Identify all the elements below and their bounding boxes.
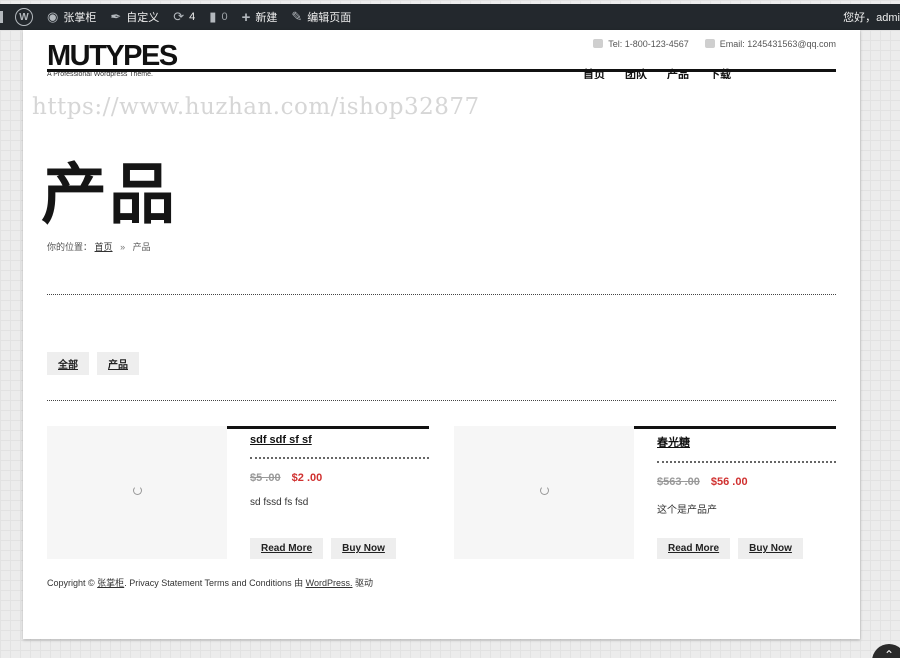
product-title-link[interactable]: sdf sdf sf sf [250,434,429,446]
brush-icon: ✒ [110,9,122,24]
product-divider [657,461,836,463]
nav-item-download[interactable]: 下载 [709,67,731,79]
product-image[interactable] [454,426,634,559]
divider-top [47,294,836,295]
product-price: $563 .00 $56 .00 [657,476,836,488]
email-text: Email: 1245431563@qq.com [719,39,836,49]
product-actions: Read More Buy Now [657,538,803,559]
product-divider [250,457,429,459]
read-more-button[interactable]: Read More [250,538,324,559]
pencil-icon: ✎ [291,9,303,24]
product-description: 这个是产品产 [657,505,717,516]
breadcrumb: 你的位置： 首页 » 产品 [47,240,151,253]
customize-label: 自定义 [126,12,160,24]
site-footer: Copyright © 张掌柜. Privacy Statement Terms… [47,576,373,589]
admin-edit-page[interactable]: ✎ 编辑页面 [291,9,351,25]
footer-links-text: . Privacy Statement Terms and Conditions… [124,578,304,588]
nav-item-home[interactable]: 首页 [583,67,605,79]
nav-item-team[interactable]: 团队 [625,67,647,79]
chevron-up-icon[interactable]: ⌃ [872,644,900,658]
admin-customize[interactable]: ✒ 自定义 [110,9,159,25]
product-title-link[interactable]: 春光糖 [657,434,836,450]
footer-owner-link[interactable]: 张掌柜 [97,578,124,588]
edit-page-label: 编辑页面 [307,12,352,24]
product-price: $5 .00 $2 .00 [250,472,429,484]
plus-icon: + [241,8,251,26]
admin-updates[interactable]: ⟳ 4 [173,9,195,25]
footer-driven-text: 驱动 [355,578,374,588]
watermark-text: https://www.huzhan.com/ishop32877 [32,94,480,120]
divider-bottom [47,400,836,401]
wordpress-logo-icon[interactable]: W [15,8,33,26]
admin-comments[interactable]: ▮ 0 [209,9,227,25]
old-price: $5 .00 [250,472,281,484]
loading-spinner-icon [540,486,549,495]
mail-icon [704,39,715,48]
product-card: sdf sdf sf sf $5 .00 $2 .00 sd fssd fs f… [47,426,429,559]
read-more-button[interactable]: Read More [657,538,731,559]
new-label: 新建 [255,12,278,24]
product-info: sdf sdf sf sf $5 .00 $2 .00 sd fssd fs f… [227,426,429,559]
page-container: MUTYPES A Professional Wordpress Theme. … [23,30,860,639]
comments-count: 0 [221,11,228,23]
breadcrumb-current: 产品 [132,242,151,252]
buy-now-button[interactable]: Buy Now [331,538,396,559]
phone-icon [593,39,604,48]
tel-text: Tel: 1-800-123-4567 [608,39,689,49]
buy-now-button[interactable]: Buy Now [738,538,803,559]
breadcrumb-prefix: 你的位置： [47,242,93,252]
contact-info: Tel: 1-800-123-4567 Email: 1245431563@qq… [593,39,836,49]
updates-icon: ⟳ [173,9,185,24]
footer-wordpress-link[interactable]: WordPress. [306,578,353,588]
product-card: 春光糖 $563 .00 $56 .00 这个是产品产 Read More Bu… [454,426,836,559]
product-image[interactable] [47,426,227,559]
loading-spinner-icon [133,486,142,495]
category-filters: 全部 产品 [47,352,139,375]
page-title: 产品 [41,157,177,231]
site-logo[interactable]: MUTYPES A Professional Wordpress Theme. [47,40,178,78]
contact-tel: Tel: 1-800-123-4567 [593,39,689,49]
product-info: 春光糖 $563 .00 $56 .00 这个是产品产 Read More Bu… [634,426,836,559]
main-nav: 首页 团队 产品 下载 [583,67,731,79]
admin-bar: W ◉ 张掌柜 ✒ 自定义 ⟳ 4 ▮ 0 + 新建 ✎ 编辑页面 您好，adm… [0,4,900,30]
old-price: $563 .00 [657,476,700,488]
product-actions: Read More Buy Now [250,538,396,559]
nav-item-products[interactable]: 产品 [667,67,689,79]
admin-new[interactable]: + 新建 [242,9,278,26]
admin-site-name[interactable]: ◉ 张掌柜 [47,9,96,25]
sale-price: $56 .00 [710,476,748,488]
logo-text: MUTYPES [47,40,178,72]
site-name-label: 张掌柜 [63,12,97,24]
breadcrumb-home-link[interactable]: 首页 [95,242,113,252]
filter-products-button[interactable]: 产品 [97,352,139,375]
logo-tagline: A Professional Wordpress Theme. [47,71,153,78]
contact-email: Email: 1245431563@qq.com [704,39,836,49]
footer-copyright: Copyright © [47,578,95,588]
sale-price: $2 .00 [291,472,323,484]
dashboard-icon: ◉ [47,9,59,24]
admin-bar-edge [0,11,3,23]
admin-greeting[interactable]: 您好，admi [843,4,900,30]
product-description: sd fssd fs fsd [250,497,309,508]
comment-icon: ▮ [209,9,217,24]
breadcrumb-separator: » [120,242,126,252]
filter-all-button[interactable]: 全部 [47,352,89,375]
updates-count: 4 [189,11,196,23]
